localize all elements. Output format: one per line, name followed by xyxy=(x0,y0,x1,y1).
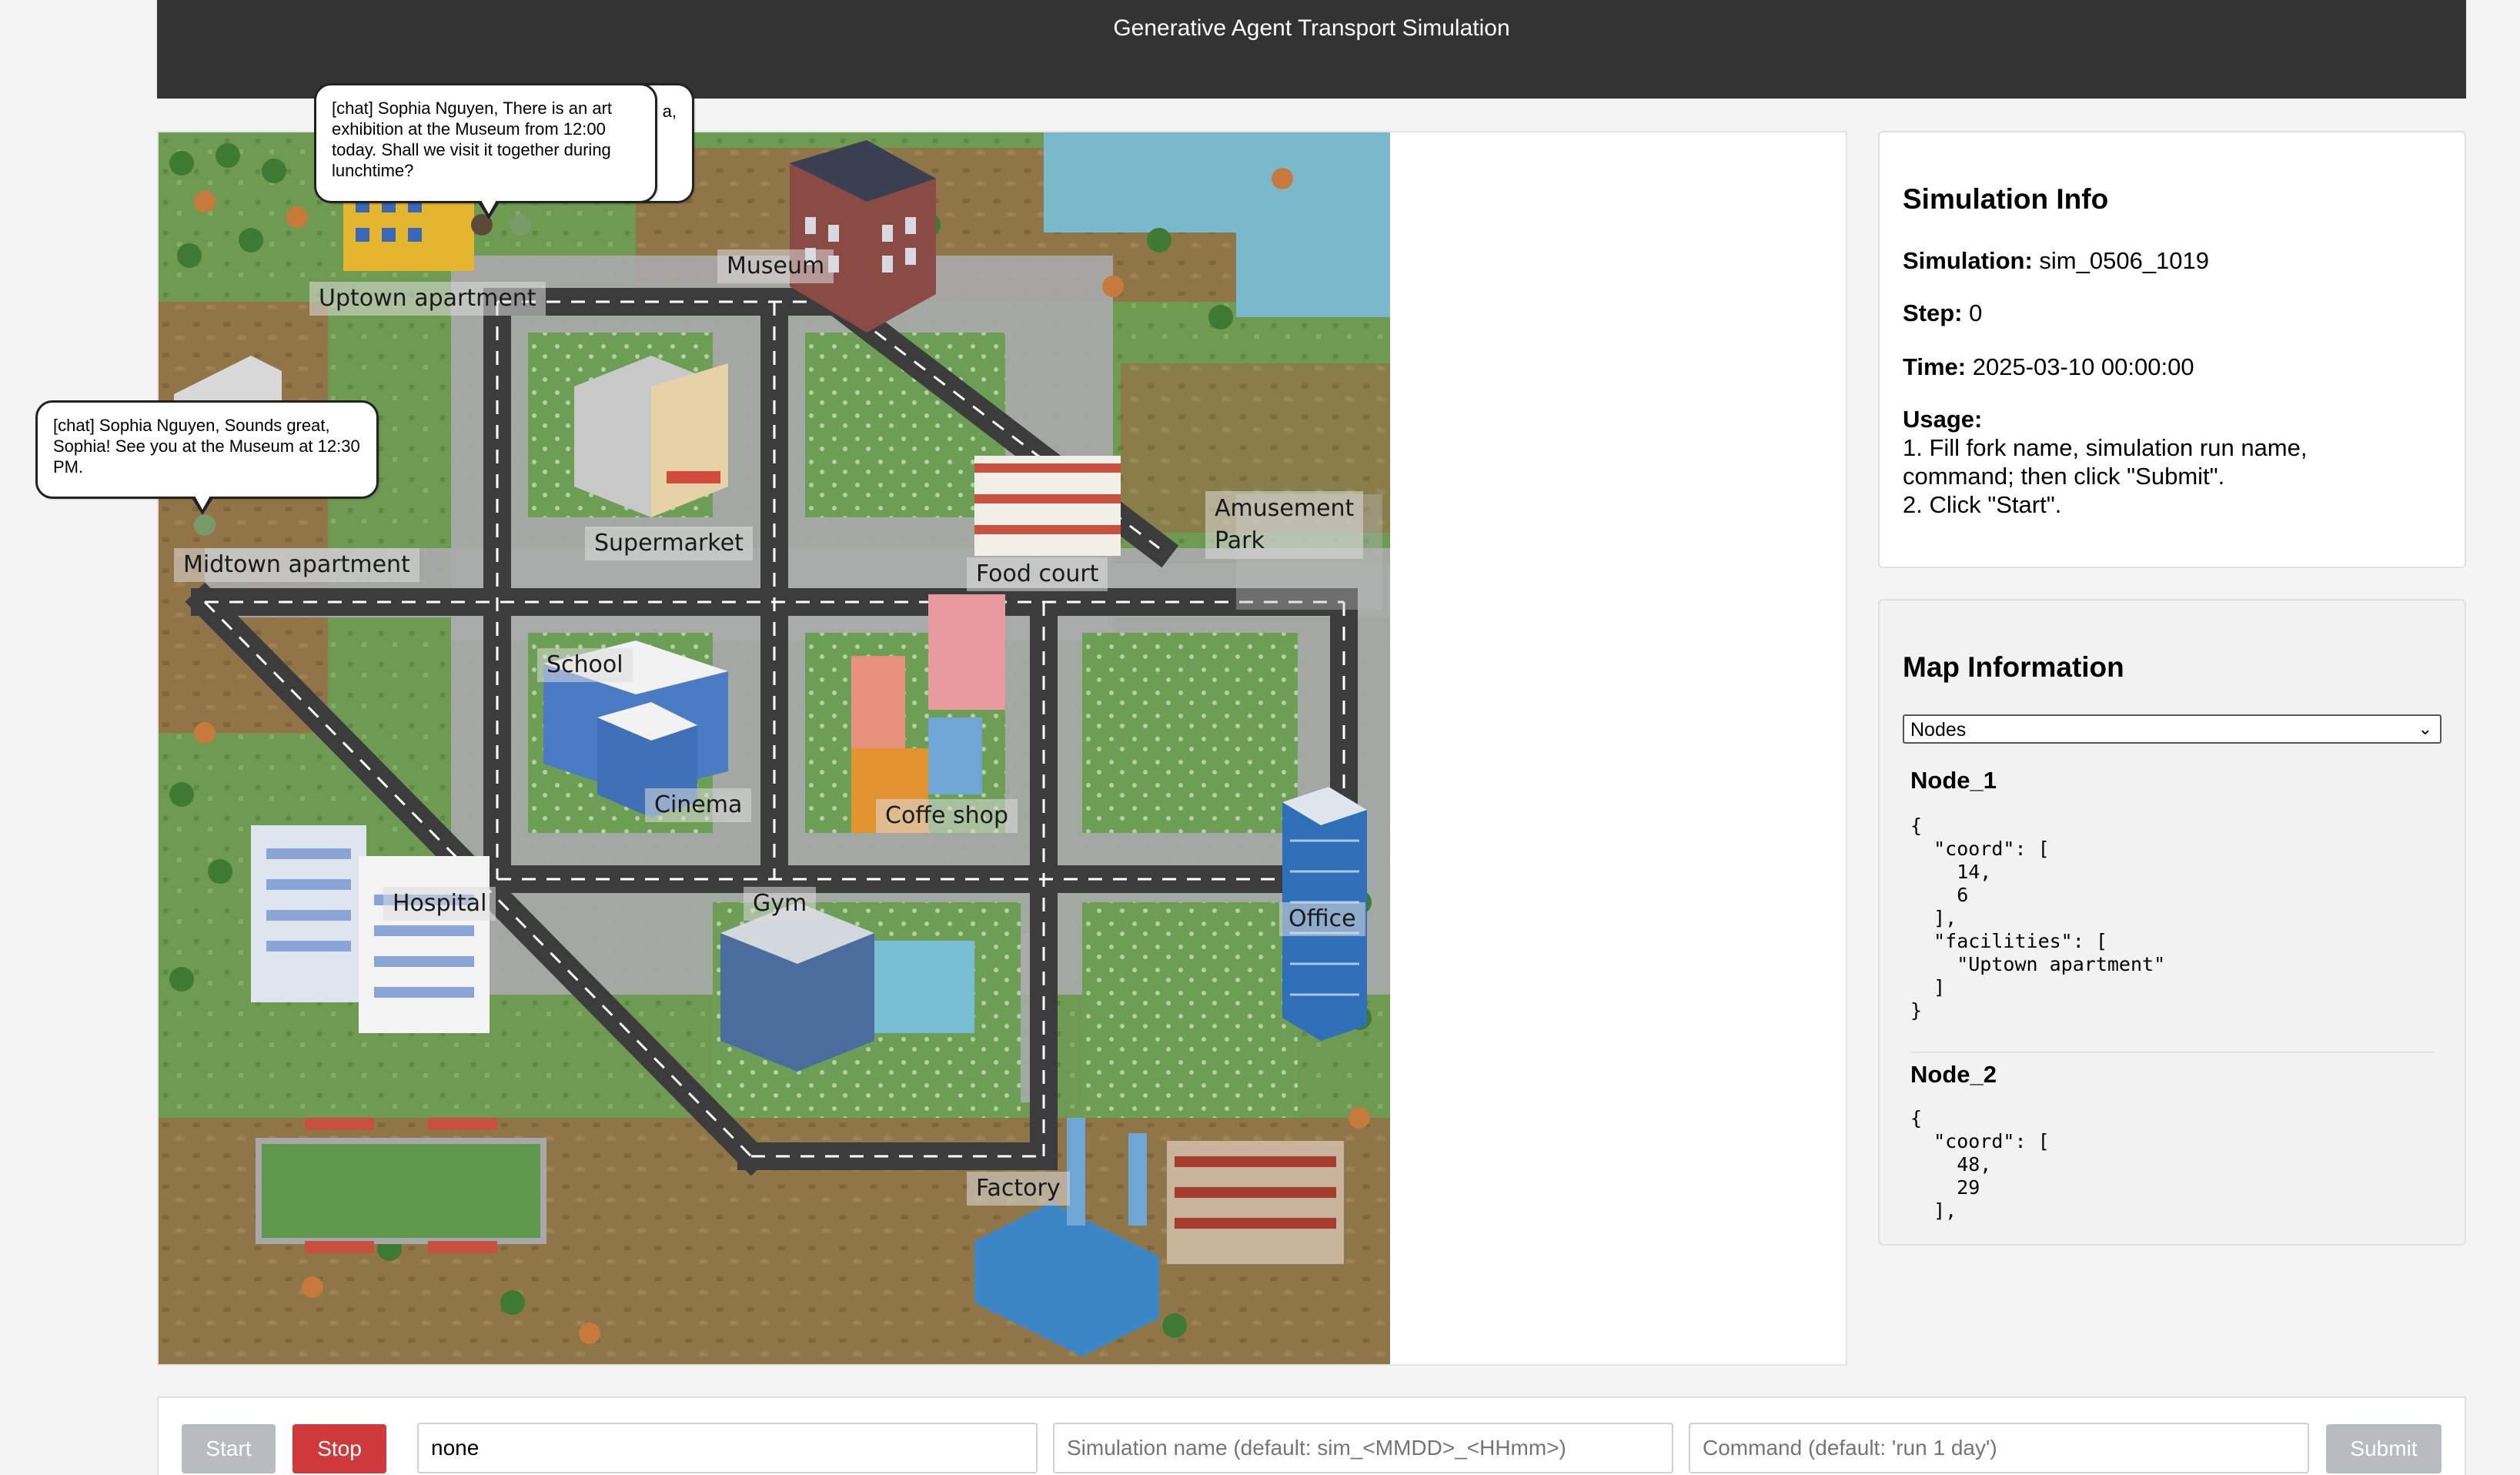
command-input[interactable]: Command (default: 'run 1 day') xyxy=(1689,1423,2309,1473)
label-office: Office xyxy=(1279,902,1365,936)
usage-block: Usage: 1. Fill fork name, simulation run… xyxy=(1903,405,2308,519)
simulation-row: Simulation: sim_0506_1019 xyxy=(1903,246,2209,275)
usage-line-3: 2. Click "Start". xyxy=(1903,491,2062,518)
label-supermarket: Supermarket xyxy=(585,527,753,560)
label-gym: Gym xyxy=(744,887,817,921)
time-row: Time: 2025-03-10 00:00:00 xyxy=(1903,353,2194,381)
chat-bubble-2-tail xyxy=(192,496,213,515)
node-2-json: { "coord": [ 48, 29 ], xyxy=(1910,1107,2050,1222)
label-museum: Museum xyxy=(717,249,834,283)
label-factory: Factory xyxy=(967,1172,1070,1206)
label-food-court: Food court xyxy=(967,557,1108,591)
step-row: Step: 0 xyxy=(1903,299,1982,327)
simulation-map[interactable]: Uptown apartment Museum Midtown apartmen… xyxy=(159,132,1390,1364)
simulation-label: Simulation: xyxy=(1903,247,2033,274)
chat-bubble-2: [chat] Sophia Nguyen, Sounds great, Soph… xyxy=(35,400,379,515)
chat-bubble-back-text: a, xyxy=(662,102,677,121)
label-cinema: Cinema xyxy=(645,788,752,822)
label-hospital: Hospital xyxy=(383,887,496,921)
label-amusement-park-line1: Amusement xyxy=(1215,495,1355,522)
chat-bubble-2-text: [chat] Sophia Nguyen, Sounds great, Soph… xyxy=(53,416,360,477)
step-label: Step: xyxy=(1903,299,1963,326)
map-information-card: Map Information Nodes ⌄ Node_1 { "coord"… xyxy=(1878,599,2466,1246)
map-artwork xyxy=(159,132,1390,1364)
node-divider xyxy=(1910,1052,2434,1053)
usage-line-1: 1. Fill fork name, simulation run name, xyxy=(1903,434,2308,461)
label-uptown-apartment: Uptown apartment xyxy=(309,282,546,316)
stop-button[interactable]: Stop xyxy=(292,1424,386,1473)
control-bar: Start Stop none Simulation name (default… xyxy=(157,1396,2466,1475)
time-label: Time: xyxy=(1903,353,1967,380)
map-info-select[interactable]: Nodes ⌄ xyxy=(1903,714,2441,744)
chat-bubble-1-tail xyxy=(478,200,500,219)
time-value: 2025-03-10 00:00:00 xyxy=(1972,353,2194,380)
node-1-title: Node_1 xyxy=(1910,767,1997,794)
label-coffee-shop: Coffe shop xyxy=(876,799,1018,833)
label-amusement-park: Amusement Park xyxy=(1205,491,1364,559)
map-info-select-value: Nodes xyxy=(1910,719,1967,741)
chevron-down-icon: ⌄ xyxy=(2418,719,2432,738)
fork-name-input[interactable]: none xyxy=(417,1423,1038,1473)
step-value: 0 xyxy=(1969,299,1983,326)
node-2-title: Node_2 xyxy=(1910,1061,1997,1088)
usage-label: Usage: xyxy=(1903,406,1983,433)
simulation-info-card: Simulation Info Simulation: sim_0506_101… xyxy=(1878,131,2466,568)
label-school: School xyxy=(537,648,633,682)
start-button[interactable]: Start xyxy=(182,1424,276,1473)
usage-line-2: command; then click "Submit". xyxy=(1903,463,2225,490)
label-midtown-apartment: Midtown apartment xyxy=(174,548,419,582)
simulation-info-title: Simulation Info xyxy=(1903,183,2109,215)
chat-bubble-1-text: [chat] Sophia Nguyen, There is an art ex… xyxy=(332,99,613,180)
node-1-json: { "coord": [ 14, 6 ], "facilities": [ "U… xyxy=(1910,814,2166,1022)
map-panel: Uptown apartment Museum Midtown apartmen… xyxy=(157,131,1847,1366)
submit-button[interactable]: Submit xyxy=(2326,1424,2441,1473)
simulation-value: sim_0506_1019 xyxy=(2039,247,2210,274)
simulation-name-input[interactable]: Simulation name (default: sim_<MMDD>_<HH… xyxy=(1053,1423,1673,1473)
label-amusement-park-line2: Park xyxy=(1215,527,1265,554)
chat-bubble-1: [chat] Sophia Nguyen, There is an art ex… xyxy=(314,83,657,219)
page-title: Generative Agent Transport Simulation xyxy=(1113,15,1510,41)
map-information-title: Map Information xyxy=(1903,651,2124,683)
